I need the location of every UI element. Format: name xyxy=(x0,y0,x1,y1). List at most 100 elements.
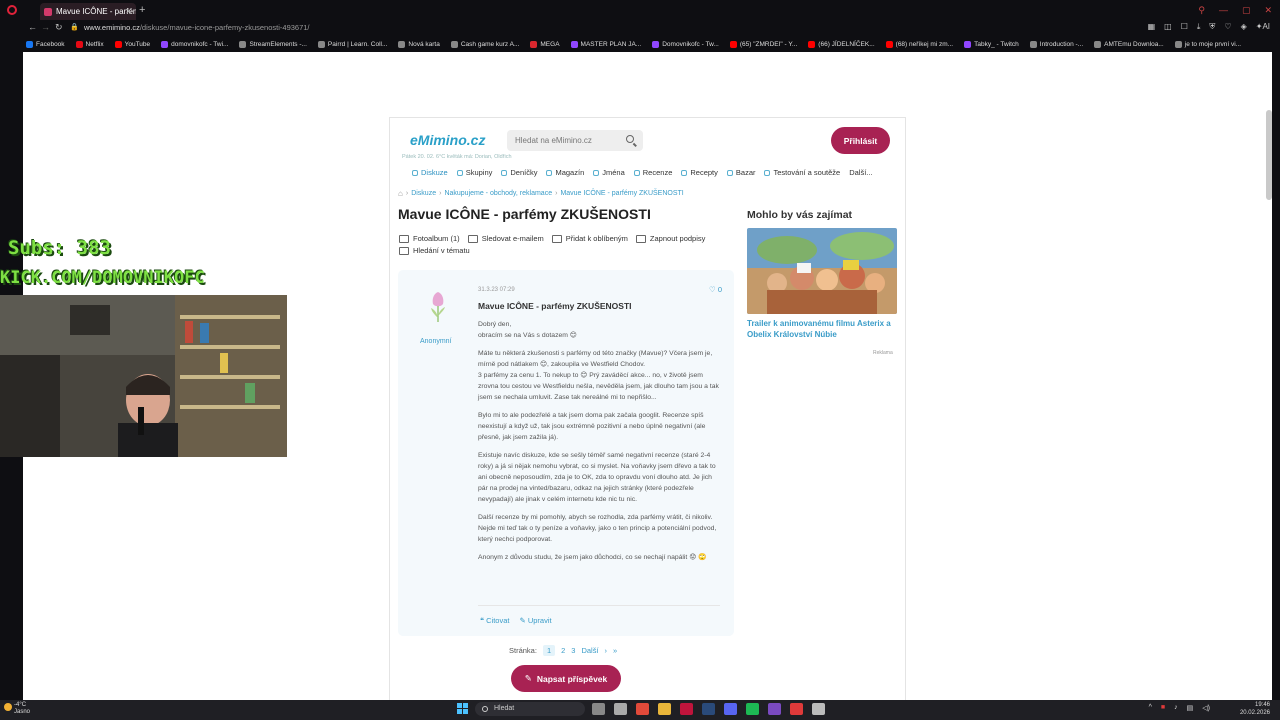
pager-arrow[interactable]: › xyxy=(605,646,608,655)
login-button[interactable]: Přihlásit xyxy=(831,127,890,154)
back-icon[interactable]: ← xyxy=(28,22,37,32)
bookmark-item[interactable]: je to moje první vi... xyxy=(1174,40,1241,48)
mic-icon[interactable]: ♪ xyxy=(1174,704,1178,712)
bookmark-item[interactable]: Tabky_ - Twitch xyxy=(964,40,1019,48)
cube-icon[interactable]: ◈ xyxy=(1241,22,1247,32)
quote-button[interactable]: ❝ Citovat xyxy=(480,616,509,625)
bookmark-item[interactable]: Domovnikofc - Tw... xyxy=(652,40,719,48)
recorder-icon[interactable] xyxy=(790,703,803,715)
asterix-trailer-image[interactable] xyxy=(747,228,897,314)
heart-icon[interactable]: ♡ xyxy=(1224,22,1231,32)
pager-last[interactable]: » xyxy=(613,646,617,655)
bookmark-item[interactable]: YouTube xyxy=(114,40,150,48)
bookmark-item[interactable]: (68) neříkej mi zm... xyxy=(885,40,953,48)
breadcrumb-link[interactable]: Mavue ICÔNE - parfémy ZKUŠENOSTI xyxy=(560,190,683,197)
bookmark-item[interactable]: domovnikofc - Twi... xyxy=(161,40,228,48)
minimize-icon[interactable]: — xyxy=(1219,5,1228,16)
bookmark-item[interactable]: MEGA xyxy=(530,40,560,48)
tray-app-icon[interactable]: ■ xyxy=(1161,704,1165,712)
search-icon[interactable] xyxy=(626,135,634,143)
bookmark-item[interactable]: Pairrd | Learn. Coll... xyxy=(317,40,387,48)
menu-item-icon xyxy=(633,169,640,176)
steam-icon[interactable] xyxy=(702,703,715,715)
menu-item[interactable]: Jména xyxy=(593,168,625,177)
camera-icon[interactable]: ◫ xyxy=(1164,22,1172,32)
page-link[interactable]: 2 xyxy=(561,646,565,655)
menu-item[interactable]: Bazar xyxy=(726,168,755,177)
edit-button[interactable]: ✎ Upravit xyxy=(519,616,551,625)
bookmark-item[interactable]: StreamElements -... xyxy=(239,40,307,48)
menu-item[interactable]: Deníčky xyxy=(501,168,537,177)
chevron-up-icon[interactable]: ^ xyxy=(1149,704,1152,712)
taskbar-search[interactable]: Hledat xyxy=(475,702,585,716)
site-search-input[interactable]: Hledat na eMimino.cz xyxy=(507,130,643,151)
close-tab-icon[interactable]: ✕ xyxy=(125,7,132,16)
bookmark-item[interactable]: Facebook xyxy=(26,40,65,48)
network-icon[interactable]: ▤ xyxy=(1187,704,1194,712)
like-button[interactable]: ♡ 0 xyxy=(709,285,722,294)
menu-item[interactable]: Recenze xyxy=(633,168,672,177)
bookmark-item[interactable]: (65) "ZMRDEI" - Y... xyxy=(729,40,797,48)
page-title: Mavue ICÔNE - parfémy ZKUŠENOSTI xyxy=(398,206,651,222)
topic-action[interactable]: Hledání v tématu xyxy=(399,246,470,255)
bookmark-item[interactable]: AMTEmu Downloa... xyxy=(1094,40,1164,48)
widgets-icon[interactable] xyxy=(614,703,627,715)
spotify-icon[interactable] xyxy=(746,703,759,715)
bookmark-icon[interactable]: ☐ xyxy=(1181,22,1188,32)
bookmark-item[interactable]: (66) JÍDELNÍČEK... xyxy=(808,40,875,48)
topic-action[interactable]: Fotoalbum (1) xyxy=(399,234,460,243)
extension-icon[interactable]: ▦ xyxy=(1148,22,1156,32)
topic-action[interactable]: Přidat k oblíbeným xyxy=(551,234,628,243)
opera-gx-icon[interactable] xyxy=(680,703,693,715)
app-icon[interactable] xyxy=(768,703,781,715)
menu-item[interactable]: Magazín xyxy=(546,168,584,177)
shield-icon[interactable]: ⛨ xyxy=(1209,22,1215,32)
search-icon[interactable]: ⚲ xyxy=(1198,5,1205,16)
menu-item[interactable]: Recepty xyxy=(681,168,718,177)
menu-item[interactable]: Skupiny xyxy=(456,168,492,177)
sidebar-article-link[interactable]: Trailer k animovanému filmu Asterix a Ob… xyxy=(747,318,899,340)
page-link[interactable]: 1 xyxy=(542,645,556,656)
topic-action[interactable]: Zapnout podpisy xyxy=(635,234,705,243)
home-icon[interactable]: ⌂ xyxy=(398,189,403,198)
write-post-button[interactable]: ✎ Napsat příspěvek xyxy=(511,665,621,692)
maximize-icon[interactable]: ▢ xyxy=(1242,5,1251,16)
bookmark-item[interactable]: Nová karta xyxy=(398,40,440,48)
bookmark-item[interactable]: Introduction -... xyxy=(1029,40,1083,48)
reload-icon[interactable]: ↻ xyxy=(55,22,63,33)
task-view-icon[interactable] xyxy=(592,703,605,715)
clock[interactable]: 19:46 20.02.2026 xyxy=(1240,701,1270,717)
notes-icon[interactable] xyxy=(812,703,825,715)
post-author[interactable]: Anonymní xyxy=(420,338,452,345)
chrome-icon[interactable] xyxy=(636,703,649,715)
scrollbar-thumb[interactable] xyxy=(1266,110,1272,200)
bookmark-favicon-icon xyxy=(114,40,122,48)
windows-start-icon[interactable] xyxy=(457,703,468,714)
volume-icon[interactable]: ◁) xyxy=(1202,704,1210,712)
breadcrumb-separator: › xyxy=(555,190,558,197)
browser-tab[interactable]: Mavue ICÔNE - parfémy Z ✕ xyxy=(40,3,136,20)
close-window-icon[interactable]: ✕ xyxy=(1264,5,1272,16)
topic-action[interactable]: Sledovat e-mailem xyxy=(467,234,544,243)
menu-item[interactable]: Diskuze xyxy=(412,168,448,177)
site-logo[interactable]: eMimino.cz xyxy=(410,132,485,148)
breadcrumb-link[interactable]: Diskuze xyxy=(411,190,436,197)
weather-widget[interactable]: -4°C Jasno xyxy=(4,702,30,716)
bookmark-item[interactable]: Cash game kurz A... xyxy=(450,40,519,48)
page-link[interactable]: 3 xyxy=(571,646,575,655)
pager-next[interactable]: Další xyxy=(581,646,598,655)
forward-icon[interactable]: → xyxy=(41,22,50,32)
discord-icon[interactable] xyxy=(724,703,737,715)
bookmark-item[interactable]: MASTER PLAN JA... xyxy=(570,40,641,48)
ai-icon[interactable]: ✦AI xyxy=(1256,22,1270,32)
breadcrumb-link[interactable]: Nakupujeme - obchody, reklamace xyxy=(444,190,552,197)
opera-logo-icon[interactable] xyxy=(7,5,17,15)
url-field[interactable]: www.emimino.cz/diskuse/mavue-icone-parfe… xyxy=(84,23,310,32)
bookmark-item[interactable]: Netflix xyxy=(75,40,104,48)
new-tab-icon[interactable]: + xyxy=(139,4,145,16)
file-explorer-icon[interactable] xyxy=(658,703,671,715)
menu-item[interactable]: Testování a soutěže xyxy=(764,168,840,177)
download-icon[interactable]: ⤓ xyxy=(1197,22,1201,32)
menu-item[interactable]: Další... xyxy=(849,168,872,177)
menu-item-icon xyxy=(681,169,688,176)
